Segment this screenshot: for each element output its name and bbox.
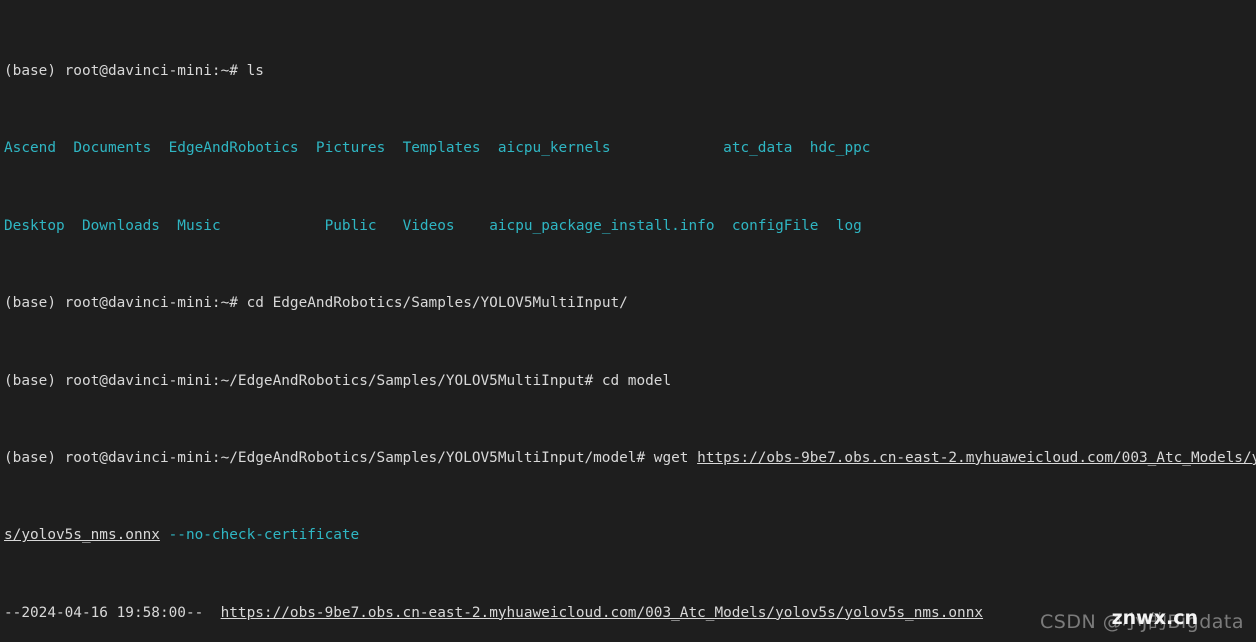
cmd-cd-model: cd model xyxy=(601,372,672,389)
dir-hdc-ppc: hdc_ppc xyxy=(809,140,871,157)
prompt-wget-onnx: (base) root@davinci-mini:~/EdgeAndRoboti… xyxy=(4,449,654,466)
dir-music: Music xyxy=(177,217,221,234)
dir-documents: Documents xyxy=(73,140,152,157)
prompt-ls: (base) root@davinci-mini:~# ls xyxy=(4,63,264,80)
wget-url-onnx-echo: https://obs-9be7.obs.cn-east-2.myhuaweic… xyxy=(220,604,984,621)
terminal-line-ls-command: (base) root@davinci-mini:~# ls xyxy=(4,62,1256,81)
dir-ascend: Ascend xyxy=(4,140,56,157)
terminal-line-cd-samples: (base) root@davinci-mini:~# cd EdgeAndRo… xyxy=(4,294,1256,313)
wget-timestamp-onnx: --2024-04-16 19:58:00-- xyxy=(4,604,221,621)
prompt-cd-samples: (base) root@davinci-mini:~# xyxy=(4,295,247,312)
url-onnx-part1: https://obs-9be7.obs.cn-east-2.myhuaweic… xyxy=(697,449,1256,466)
dir-atc-data: atc_data xyxy=(723,140,793,157)
flag-no-check-certificate-onnx: --no-check-certificate xyxy=(159,527,360,544)
dir-desktop: Desktop xyxy=(4,217,65,234)
dir-log: log xyxy=(835,217,862,234)
dir-templates: Templates xyxy=(402,140,481,157)
dir-aicpu-kernels: aicpu_kernels xyxy=(497,140,611,157)
terminal-line-ls-row1: Ascend Documents EdgeAndRobotics Picture… xyxy=(4,139,1256,158)
url-onnx-part2: s/yolov5s_nms.onnx xyxy=(4,527,160,544)
dir-downloads: Downloads xyxy=(81,217,160,234)
terminal-line-wget-onnx-cmd: (base) root@davinci-mini:~/EdgeAndRoboti… xyxy=(4,449,1256,468)
terminal-line-wget-onnx-timestamp: --2024-04-16 19:58:00-- https://obs-9be7… xyxy=(4,604,1256,623)
cmd-cd-samples: cd EdgeAndRobotics/Samples/YOLOV5MultiIn… xyxy=(246,295,628,312)
file-aicpu-package-install-info: aicpu_package_install.info xyxy=(489,217,715,234)
terminal-line-cd-model: (base) root@davinci-mini:~/EdgeAndRoboti… xyxy=(4,372,1256,391)
dir-pictures: Pictures xyxy=(315,140,386,157)
dir-configfile: configFile xyxy=(731,217,819,234)
terminal-window[interactable]: (base) root@davinci-mini:~# ls Ascend Do… xyxy=(0,0,1256,642)
terminal-line-wget-onnx-cmd-wrap: s/yolov5s_nms.onnx --no-check-certificat… xyxy=(4,526,1256,545)
dir-edgeandrobotics: EdgeAndRobotics xyxy=(168,140,299,157)
dir-videos: Videos xyxy=(402,217,455,234)
prompt-cd-model: (base) root@davinci-mini:~/EdgeAndRoboti… xyxy=(4,372,602,389)
cmd-wget-onnx: wget xyxy=(653,449,698,466)
dir-public: Public xyxy=(324,217,377,234)
terminal-line-ls-row2: Desktop Downloads Music Public Videos ai… xyxy=(4,217,1256,236)
